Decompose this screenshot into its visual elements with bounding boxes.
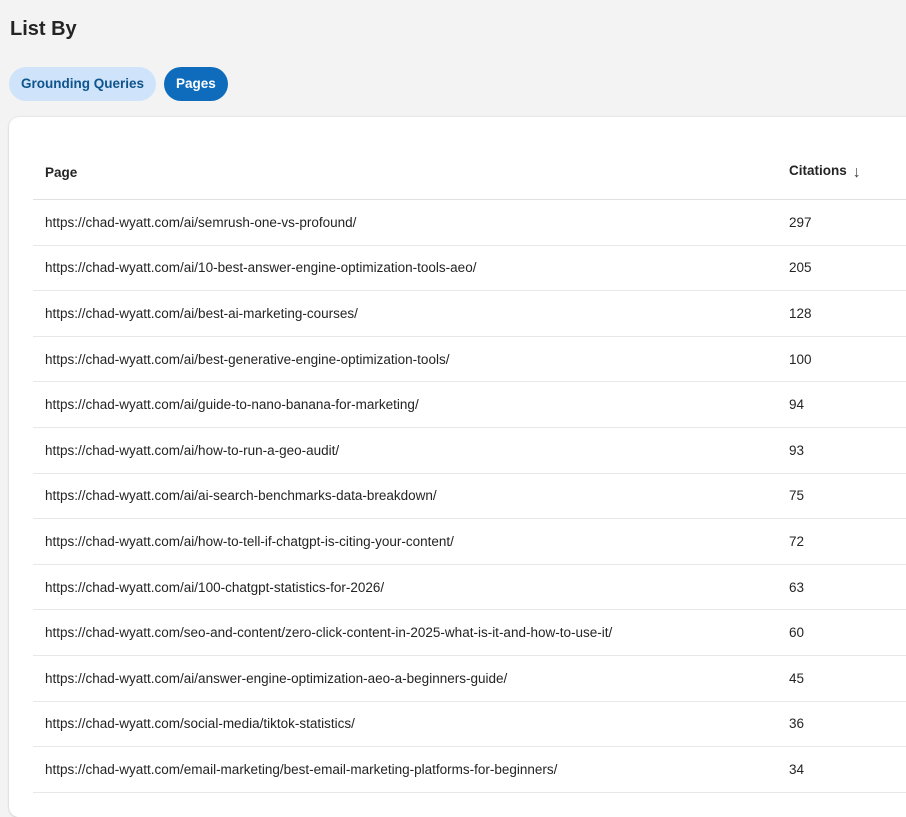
citations-cell: 75 <box>789 473 906 520</box>
citations-cell: 205 <box>789 245 906 292</box>
table-row[interactable]: https://chad-wyatt.com/ai/how-to-tell-if… <box>33 518 906 565</box>
page-title: List By <box>10 18 77 40</box>
citations-cell: 297 <box>789 199 906 246</box>
table-body: https://chad-wyatt.com/ai/semrush-one-vs… <box>33 199 906 793</box>
list-by-filter: Grounding Queries Pages <box>9 67 228 101</box>
citations-column-header[interactable]: Citations ↓ <box>789 145 906 200</box>
page-url-link[interactable]: https://chad-wyatt.com/ai/guide-to-nano-… <box>45 397 419 412</box>
page-cell: https://chad-wyatt.com/social-media/tikt… <box>33 701 789 748</box>
citations-column-label: Citations <box>789 162 847 178</box>
table-row[interactable]: https://chad-wyatt.com/ai/10-best-answer… <box>33 245 906 292</box>
page-url-link[interactable]: https://chad-wyatt.com/ai/100-chatgpt-st… <box>45 580 384 595</box>
table-row[interactable]: https://chad-wyatt.com/seo-and-content/z… <box>33 609 906 656</box>
page-cell: https://chad-wyatt.com/ai/answer-engine-… <box>33 655 789 702</box>
page-url-link[interactable]: https://chad-wyatt.com/ai/best-ai-market… <box>45 306 358 321</box>
page-url-link[interactable]: https://chad-wyatt.com/ai/ai-search-benc… <box>45 488 437 503</box>
pages-button[interactable]: Pages <box>164 67 228 101</box>
page-url-link[interactable]: https://chad-wyatt.com/ai/10-best-answer… <box>45 260 476 275</box>
pages-table: Page Citations ↓ https://chad-wyatt.com/a… <box>33 145 906 793</box>
page-url-link[interactable]: https://chad-wyatt.com/ai/best-generativ… <box>45 352 449 367</box>
page-cell: https://chad-wyatt.com/ai/semrush-one-vs… <box>33 199 789 246</box>
grounding-queries-button[interactable]: Grounding Queries <box>9 67 157 101</box>
table-row[interactable]: https://chad-wyatt.com/social-media/tikt… <box>33 701 906 748</box>
page-url-link[interactable]: https://chad-wyatt.com/ai/how-to-run-a-g… <box>45 443 339 458</box>
citations-cell: 100 <box>789 336 906 383</box>
citations-cell: 94 <box>789 381 906 428</box>
page-url-link[interactable]: https://chad-wyatt.com/ai/semrush-one-vs… <box>45 215 356 230</box>
page-cell: https://chad-wyatt.com/ai/best-generativ… <box>33 336 789 383</box>
page-url-link[interactable]: https://chad-wyatt.com/seo-and-content/z… <box>45 625 612 640</box>
table-row[interactable]: https://chad-wyatt.com/ai/answer-engine-… <box>33 655 906 702</box>
citations-cell: 128 <box>789 290 906 337</box>
page-cell: https://chad-wyatt.com/ai/10-best-answer… <box>33 245 789 292</box>
table-row[interactable]: https://chad-wyatt.com/ai/how-to-run-a-g… <box>33 427 906 474</box>
table-row[interactable]: https://chad-wyatt.com/ai/100-chatgpt-st… <box>33 564 906 611</box>
page-url-link[interactable]: https://chad-wyatt.com/social-media/tikt… <box>45 716 355 731</box>
page-cell: https://chad-wyatt.com/ai/how-to-tell-if… <box>33 518 789 565</box>
citations-cell: 72 <box>789 518 906 565</box>
arrow-down-icon[interactable]: ↓ <box>853 164 861 182</box>
table-row[interactable]: https://chad-wyatt.com/ai/ai-search-benc… <box>33 473 906 520</box>
table-row[interactable]: https://chad-wyatt.com/email-marketing/b… <box>33 746 906 793</box>
page-cell: https://chad-wyatt.com/ai/best-ai-market… <box>33 290 789 337</box>
page-column-label: Page <box>45 164 78 180</box>
page-cell: https://chad-wyatt.com/seo-and-content/z… <box>33 609 789 656</box>
table-row[interactable]: https://chad-wyatt.com/ai/semrush-one-vs… <box>33 199 906 246</box>
page-cell: https://chad-wyatt.com/ai/guide-to-nano-… <box>33 381 789 428</box>
table-row[interactable]: https://chad-wyatt.com/ai/guide-to-nano-… <box>33 381 906 428</box>
page-cell: https://chad-wyatt.com/ai/100-chatgpt-st… <box>33 564 789 611</box>
page-cell: https://chad-wyatt.com/ai/how-to-run-a-g… <box>33 427 789 474</box>
citations-cell: 60 <box>789 609 906 656</box>
page-cell: https://chad-wyatt.com/email-marketing/b… <box>33 746 789 793</box>
citations-cell: 93 <box>789 427 906 474</box>
table-header-row: Page Citations ↓ <box>33 145 906 200</box>
citations-cell: 36 <box>789 701 906 748</box>
page-cell: https://chad-wyatt.com/ai/ai-search-benc… <box>33 473 789 520</box>
citations-cell: 45 <box>789 655 906 702</box>
table-row[interactable]: https://chad-wyatt.com/ai/best-generativ… <box>33 336 906 383</box>
page-url-link[interactable]: https://chad-wyatt.com/ai/answer-engine-… <box>45 671 507 686</box>
table-row[interactable]: https://chad-wyatt.com/ai/best-ai-market… <box>33 290 906 337</box>
page-url-link[interactable]: https://chad-wyatt.com/ai/how-to-tell-if… <box>45 534 454 549</box>
citations-cell: 34 <box>789 746 906 793</box>
results-card: Page Citations ↓ https://chad-wyatt.com/a… <box>9 117 906 817</box>
page-url-link[interactable]: https://chad-wyatt.com/email-marketing/b… <box>45 762 557 777</box>
citations-cell: 63 <box>789 564 906 611</box>
page-column-header[interactable]: Page <box>33 145 789 200</box>
